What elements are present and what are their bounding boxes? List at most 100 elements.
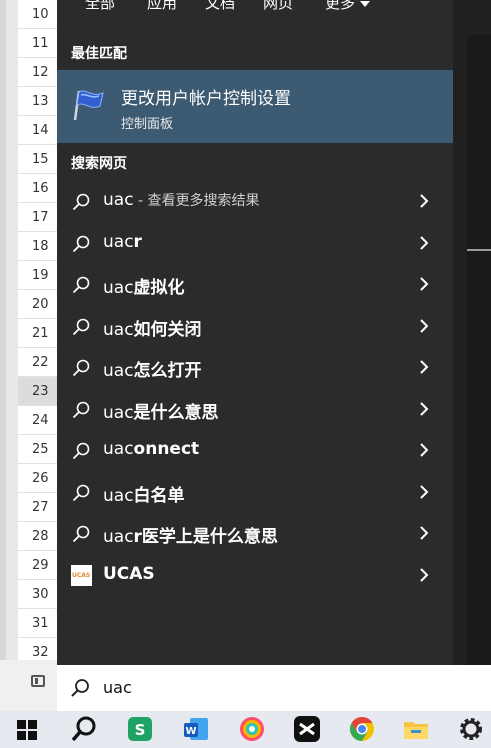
result-query: uac — [103, 232, 134, 252]
row-number[interactable]: 27 — [18, 493, 57, 522]
settings-icon[interactable] — [457, 715, 485, 743]
chevron-right-icon[interactable] — [417, 568, 431, 582]
row-number[interactable]: 12 — [18, 58, 57, 87]
search-result-item[interactable]: uac虚拟化 — [57, 264, 453, 305]
sheet-view-icon[interactable] — [31, 675, 45, 687]
search-result-label: uacr医学上是什么意思 — [103, 522, 278, 547]
wps-sheet-icon[interactable]: S — [126, 715, 154, 743]
svg-text:S: S — [135, 721, 146, 739]
row-number[interactable]: 15 — [18, 145, 57, 174]
row-number[interactable]: 16 — [18, 174, 57, 203]
chevron-right-icon[interactable] — [417, 402, 431, 416]
search-result-item[interactable]: UCAS UCAS — [57, 555, 453, 596]
row-number[interactable]: 17 — [18, 203, 57, 232]
row-number[interactable]: 10 — [18, 0, 57, 29]
row-number[interactable]: 22 — [18, 348, 57, 377]
tab-web[interactable]: 网页 — [263, 0, 293, 13]
result-completion: 是什么意思 — [133, 403, 219, 423]
row-number[interactable]: 13 — [18, 87, 57, 116]
uac-flag-icon — [73, 90, 104, 121]
row-number[interactable]: 19 — [18, 261, 57, 290]
result-completion: 白名单 — [133, 486, 185, 506]
tab-more[interactable]: 更多 — [325, 0, 371, 13]
windows-start-icon[interactable] — [17, 720, 37, 740]
tab-apps[interactable]: 应用 — [147, 0, 177, 13]
chevron-down-icon — [360, 0, 371, 7]
result-query: uac — [103, 320, 134, 340]
word-icon[interactable]: W — [182, 715, 210, 743]
result-completion: r — [133, 232, 142, 252]
row-number[interactable]: 14 — [18, 116, 57, 145]
search-result-item[interactable]: uacr — [57, 223, 453, 264]
chevron-right-icon[interactable] — [417, 443, 431, 457]
result-suffix: - 查看更多搜索结果 — [133, 193, 260, 209]
search-result-label: uac如何关闭 — [103, 315, 202, 340]
row-number[interactable]: 25 — [18, 435, 57, 464]
file-explorer-icon[interactable] — [402, 715, 430, 743]
search-icon — [72, 401, 90, 419]
capcut-icon[interactable] — [293, 715, 321, 743]
search-icon — [72, 193, 90, 211]
row-number[interactable]: 31 — [18, 609, 57, 638]
result-completion: UCAS — [103, 564, 155, 584]
web-search-heading: 搜索网页 — [71, 156, 127, 172]
search-result-item[interactable]: uacr医学上是什么意思 — [57, 513, 453, 554]
search-result-item[interactable]: uaconnect — [57, 430, 453, 471]
result-query: uac — [103, 486, 134, 506]
result-completion: r医学上是什么意思 — [133, 527, 278, 547]
best-match-heading: 最佳匹配 — [71, 46, 127, 62]
svg-text:W: W — [185, 726, 196, 737]
search-icon — [72, 235, 90, 253]
chevron-right-icon[interactable] — [417, 236, 431, 250]
search-icon — [71, 679, 89, 697]
row-number[interactable]: 29 — [18, 551, 57, 580]
row-number[interactable]: 11 — [18, 29, 57, 58]
search-result-item[interactable]: uac怎么打开 — [57, 347, 453, 388]
search-icon — [72, 359, 90, 377]
chevron-right-icon[interactable] — [417, 360, 431, 374]
row-number[interactable]: 18 — [18, 232, 57, 261]
row-number[interactable]: 24 — [18, 406, 57, 435]
search-result-label: uac是什么意思 — [103, 398, 219, 423]
chevron-right-icon[interactable] — [417, 485, 431, 499]
search-result-label: uac虚拟化 — [103, 273, 185, 298]
sheet-status-area — [0, 660, 57, 711]
search-input[interactable]: uac — [103, 678, 132, 697]
chevron-right-icon[interactable] — [417, 277, 431, 291]
search-icon — [72, 484, 90, 502]
preview-pane-inner — [467, 35, 491, 665]
best-match-title: 更改用户帐户控制设置 — [121, 89, 291, 109]
search-bar[interactable]: uac — [57, 665, 491, 711]
ucas-logo-text: UCAS — [72, 572, 91, 579]
search-result-item[interactable]: uac如何关闭 — [57, 306, 453, 347]
chevron-right-icon[interactable] — [417, 526, 431, 540]
result-query: uac — [103, 527, 134, 547]
search-result-label: UCAS — [103, 564, 155, 584]
tab-more-label: 更多 — [325, 0, 356, 12]
row-number[interactable]: 28 — [18, 522, 57, 551]
color-app-icon[interactable] — [238, 715, 266, 743]
tab-all[interactable]: 全部 — [85, 0, 115, 13]
result-query: uac — [103, 190, 134, 210]
tab-documents[interactable]: 文档 — [205, 0, 235, 13]
search-result-item[interactable]: uac - 查看更多搜索结果 — [57, 181, 453, 222]
row-number[interactable]: 21 — [18, 319, 57, 348]
chevron-right-icon[interactable] — [417, 319, 431, 333]
ucas-logo-icon: UCAS — [71, 565, 92, 586]
row-number[interactable]: 30 — [18, 580, 57, 609]
result-query: uac — [103, 403, 134, 423]
search-icon — [72, 525, 90, 543]
search-result-label: uaconnect — [103, 439, 199, 459]
chrome-icon[interactable] — [348, 715, 376, 743]
search-result-label: uacr — [103, 232, 142, 252]
result-completion: 怎么打开 — [133, 361, 202, 381]
row-number[interactable]: 23 — [18, 377, 57, 406]
chevron-right-icon[interactable] — [417, 194, 431, 208]
search-icon — [72, 276, 90, 294]
search-icon[interactable] — [70, 715, 98, 743]
row-number[interactable]: 26 — [18, 464, 57, 493]
search-result-item[interactable]: uac白名单 — [57, 472, 453, 513]
search-tabs: 全部 应用 文档 网页 更多 — [57, 0, 453, 14]
search-result-item[interactable]: uac是什么意思 — [57, 389, 453, 430]
row-number[interactable]: 20 — [18, 290, 57, 319]
